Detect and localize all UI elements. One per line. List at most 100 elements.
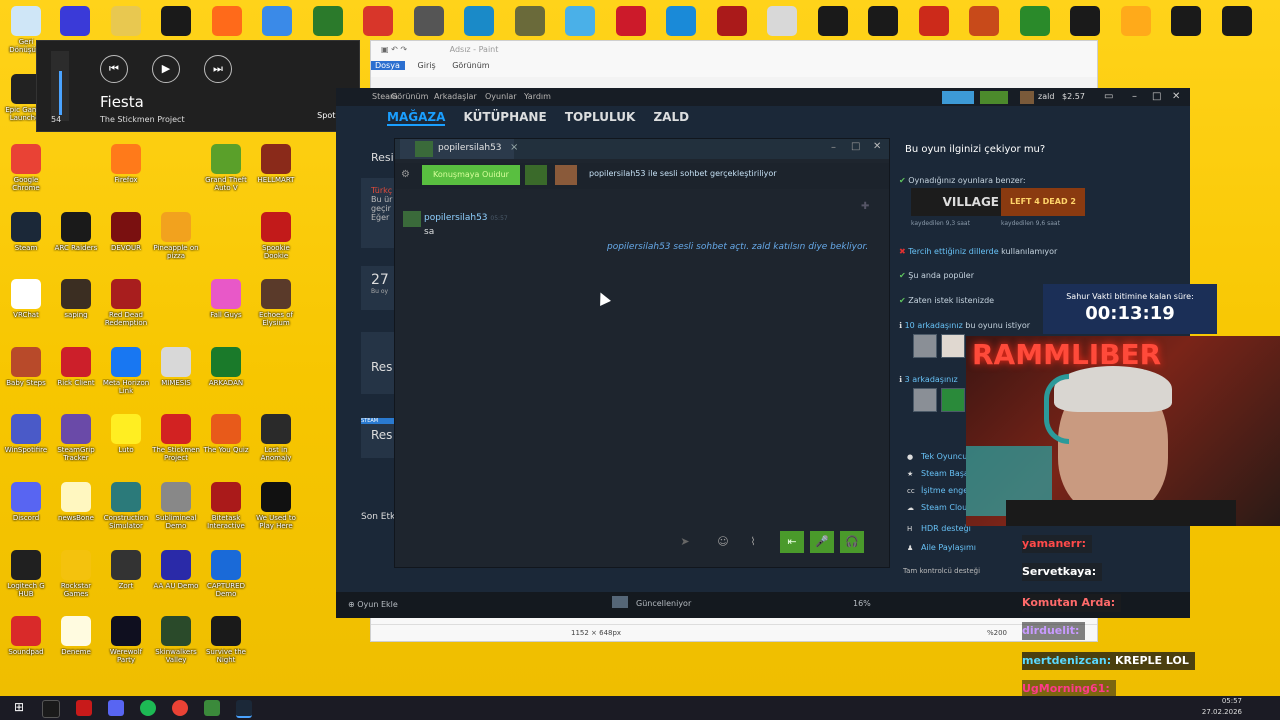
- desktop-icon[interactable]: [1171, 6, 1201, 36]
- desktop-icon[interactable]: [717, 6, 747, 36]
- desktop-icon[interactable]: [1070, 6, 1100, 36]
- avatar[interactable]: [1020, 91, 1034, 104]
- desktop-icon[interactable]: [212, 6, 242, 36]
- big-picture-icon[interactable]: ▭: [1104, 91, 1113, 102]
- desktop-icon[interactable]: Grand Theft Auto V: [202, 142, 250, 204]
- chat-tab[interactable]: popilersilah53 ×: [400, 139, 518, 159]
- desktop-icon[interactable]: [868, 6, 898, 36]
- desktop-icon[interactable]: [414, 6, 444, 36]
- friend-avatar[interactable]: [941, 388, 965, 412]
- add-friend-icon[interactable]: ✚: [861, 201, 869, 212]
- nav-library[interactable]: KÜTÜPHANE: [464, 110, 547, 124]
- desktop-icon[interactable]: [818, 6, 848, 36]
- chat-minimize-icon[interactable]: –: [831, 142, 836, 153]
- desktop-icon[interactable]: [767, 6, 797, 36]
- desktop-icon[interactable]: Steam: [2, 210, 50, 272]
- nav-community[interactable]: TOPLULUK: [565, 110, 635, 124]
- desktop-icon[interactable]: Echoes of Elysium: [252, 277, 300, 339]
- system-tray[interactable]: 05:57 27.02.2026: [1202, 696, 1242, 718]
- desktop-icon[interactable]: Construction Simulator: [102, 480, 150, 542]
- desktop-icon[interactable]: VRChat: [2, 277, 50, 339]
- task-view-icon[interactable]: [42, 700, 60, 718]
- paint-tab-file[interactable]: Dosya: [371, 61, 405, 70]
- desktop-icon[interactable]: SteamGrip Tracker: [52, 412, 100, 474]
- desktop-icon[interactable]: Red Dead Redemption: [102, 277, 150, 339]
- friends-chat-window[interactable]: popilersilah53 × – □ ✕ ⚙ Konuşmaya Ouidu…: [394, 138, 890, 568]
- desktop-icon[interactable]: [1222, 6, 1252, 36]
- download-status[interactable]: Güncelleniyor: [636, 599, 691, 608]
- desktop-icon[interactable]: Werewolf Party: [102, 614, 150, 676]
- desktop-icon[interactable]: Skinwalkers Valley: [152, 614, 200, 676]
- add-game-button[interactable]: ⊕ Oyun Ekle: [348, 600, 398, 609]
- desktop-icon[interactable]: Lost in Anomaly: [252, 412, 300, 474]
- paint-quick-access-icons[interactable]: ▣ ↶ ↷: [381, 45, 407, 54]
- download-icon[interactable]: [612, 596, 628, 608]
- desktop-icon[interactable]: [111, 6, 141, 36]
- desktop-icon[interactable]: Logitech G HUB: [2, 548, 50, 610]
- desktop-icon[interactable]: Survive the Night: [202, 614, 250, 676]
- spotify-icon[interactable]: [140, 700, 156, 716]
- desktop-icon[interactable]: MIMESIS: [152, 345, 200, 407]
- microphone-button[interactable]: 🎤: [810, 531, 834, 553]
- nav-profile[interactable]: ZALD: [653, 110, 689, 124]
- desktop-icon[interactable]: [969, 6, 999, 36]
- desktop-icon[interactable]: [919, 6, 949, 36]
- desktop-icon[interactable]: Rockstar Games: [52, 548, 100, 610]
- play-button[interactable]: ▶: [152, 55, 180, 83]
- desktop-icon[interactable]: Bitetask Interactive: [202, 480, 250, 542]
- friend-avatar[interactable]: [913, 388, 937, 412]
- menu-help[interactable]: Yardım: [524, 92, 551, 101]
- similar-game-village[interactable]: VILLAGE: [911, 188, 1003, 216]
- paint-tab-home[interactable]: Giriş: [418, 61, 436, 70]
- desktop-icon[interactable]: [515, 6, 545, 36]
- desktop-icon[interactable]: Google Chrome: [2, 142, 50, 204]
- taskbar-app-icon[interactable]: [76, 700, 92, 716]
- maximize-icon[interactable]: □: [1152, 91, 1161, 102]
- desktop-icon[interactable]: Discord: [2, 480, 50, 542]
- menu-games[interactable]: Oyunlar: [485, 92, 517, 101]
- desktop-icon[interactable]: DEVOUR: [102, 210, 150, 272]
- desktop-icon[interactable]: Deneme: [52, 614, 100, 676]
- voice-join-button[interactable]: Konuşmaya Ouidur: [422, 165, 520, 185]
- desktop-icon[interactable]: ARKADAN: [202, 345, 250, 407]
- desktop-icon[interactable]: newsBone: [52, 480, 100, 542]
- account-name[interactable]: zald: [1038, 92, 1054, 101]
- desktop-icon[interactable]: Sublimineal Demo: [152, 480, 200, 542]
- desktop-icon[interactable]: [1020, 6, 1050, 36]
- nav-store[interactable]: MAĞAZA: [387, 110, 446, 126]
- desktop-icon[interactable]: The Stickmen Project: [152, 412, 200, 474]
- emoji-icon[interactable]: ☺: [711, 531, 735, 553]
- desktop-icon[interactable]: Pineapple on pizza: [152, 210, 200, 272]
- next-track-button[interactable]: ⏭: [204, 55, 232, 83]
- desktop-icon[interactable]: [1121, 6, 1151, 36]
- chat-close-icon[interactable]: ✕: [873, 141, 881, 152]
- attach-icon[interactable]: ⌇: [741, 531, 765, 553]
- desktop-icon[interactable]: [616, 6, 646, 36]
- desktop-icon[interactable]: [565, 6, 595, 36]
- desktop-icon[interactable]: Luto: [102, 412, 150, 474]
- headset-button[interactable]: 🎧: [840, 531, 864, 553]
- spotify-widget[interactable]: 54 ⏮ ▶ ⏭ Fiesta The Stickmen Project Spo…: [36, 40, 360, 132]
- chrome-icon[interactable]: [172, 700, 188, 716]
- desktop-icon[interactable]: Baby Steps: [2, 345, 50, 407]
- desktop-icon[interactable]: [161, 6, 191, 36]
- desktop-icon[interactable]: Rick Client: [52, 345, 100, 407]
- desktop-icon[interactable]: Firefox: [102, 142, 150, 204]
- desktop-icon[interactable]: [313, 6, 343, 36]
- leave-voice-button[interactable]: ⇤: [780, 531, 804, 553]
- desktop-icon[interactable]: CAPTURED Demo: [202, 548, 250, 610]
- desktop-icon[interactable]: [464, 6, 494, 36]
- steam-taskbar-icon[interactable]: [236, 700, 252, 718]
- minimize-icon[interactable]: –: [1132, 91, 1137, 102]
- desktop-icon[interactable]: We Used to Play Here: [252, 480, 300, 542]
- desktop-icon[interactable]: Meta Horizon Link: [102, 345, 150, 407]
- desktop-icon[interactable]: Soundpad: [2, 614, 50, 676]
- notifications-button[interactable]: [980, 91, 1008, 104]
- desktop-icon[interactable]: saping: [52, 277, 100, 339]
- similar-game-left4dead[interactable]: LEFT 4 DEAD 2: [1001, 188, 1085, 216]
- desktop-icon[interactable]: [262, 6, 292, 36]
- desktop-icon[interactable]: Spookie Dookie: [252, 210, 300, 272]
- settings-gear-icon[interactable]: ⚙: [401, 169, 410, 180]
- discord-icon[interactable]: [108, 700, 124, 716]
- desktop-icon[interactable]: [363, 6, 393, 36]
